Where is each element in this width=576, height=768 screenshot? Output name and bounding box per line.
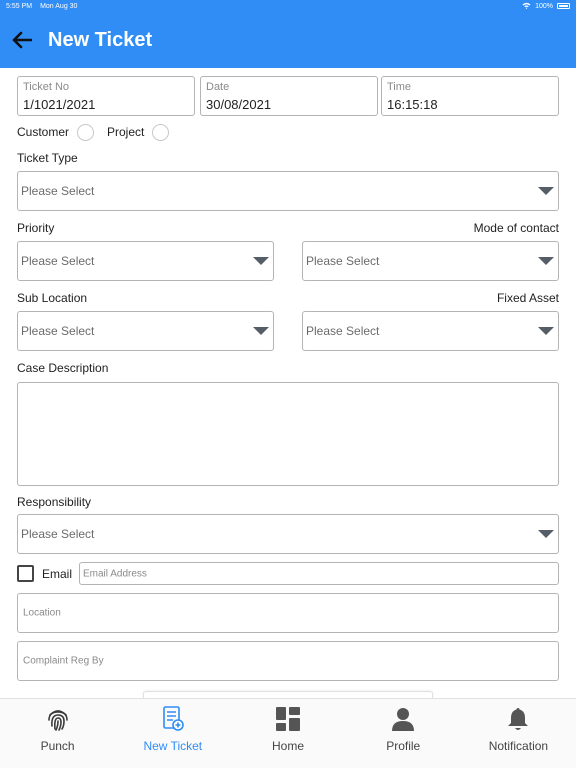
ticket-type-label: Ticket Type (17, 151, 78, 165)
ticket-type-value: Please Select (21, 184, 95, 198)
caret-down-icon (253, 327, 269, 335)
priority-value: Please Select (21, 254, 95, 268)
caret-down-icon (538, 187, 554, 195)
caret-down-icon (538, 327, 554, 335)
tab-profile-label: Profile (386, 739, 421, 753)
time-field[interactable]: Time 16:15:18 (381, 76, 559, 116)
email-address-placeholder: Email Address (83, 568, 147, 579)
profile-icon (389, 705, 417, 733)
tab-notification-label: Notification (488, 739, 549, 753)
priority-select[interactable]: Please Select (17, 241, 274, 281)
project-label: Project (107, 125, 145, 139)
bell-icon (504, 705, 532, 733)
case-description-label: Case Description (17, 361, 109, 375)
responsibility-value: Please Select (21, 527, 95, 541)
mode-of-contact-select[interactable]: Please Select (302, 241, 559, 281)
priority-label: Priority (17, 221, 55, 235)
fingerprint-icon (44, 705, 72, 733)
tab-punch[interactable]: Punch (0, 699, 115, 768)
tab-profile[interactable]: Profile (346, 699, 461, 768)
location-placeholder: Location (23, 607, 61, 619)
status-bar: 5:55 PM Mon Aug 30 100% (0, 0, 576, 12)
tab-home[interactable]: Home (230, 699, 345, 768)
responsibility-label: Responsibility (17, 495, 92, 509)
fixed-asset-value: Please Select (306, 324, 380, 338)
mode-of-contact-label: Mode of contact (473, 221, 559, 235)
customer-radio[interactable] (77, 124, 94, 141)
caret-down-icon (538, 257, 554, 265)
complaint-reg-by-placeholder: Complaint Reg By (23, 655, 104, 667)
sub-location-select[interactable]: Please Select (17, 311, 274, 351)
bottom-tab-bar: Punch New Ticket Home Profile Notificati… (0, 698, 576, 768)
ticket-no-value: 1/1021/2021 (23, 97, 96, 112)
page-title: New Ticket (48, 28, 153, 51)
app-header: New Ticket (0, 12, 576, 68)
ticket-form: Ticket No 1/1021/2021 Date 30/08/2021 Ti… (0, 68, 576, 698)
ticket-no-label: Ticket No (23, 81, 70, 93)
ticket-type-select[interactable]: Please Select (17, 171, 559, 211)
mode-of-contact-value: Please Select (306, 254, 380, 268)
location-input[interactable]: Location (17, 593, 559, 633)
complaint-reg-by-input[interactable]: Complaint Reg By (17, 641, 559, 681)
tab-new-ticket[interactable]: New Ticket (115, 699, 230, 768)
tab-notification[interactable]: Notification (461, 699, 576, 768)
wifi-icon (522, 2, 531, 11)
date-value: 30/08/2021 (206, 97, 272, 112)
status-date: Mon Aug 30 (40, 2, 78, 10)
tab-punch-label: Punch (40, 739, 75, 753)
new-ticket-icon (159, 705, 187, 733)
date-field[interactable]: Date 30/08/2021 (200, 76, 378, 116)
back-arrow-icon[interactable] (10, 28, 34, 52)
email-address-input[interactable]: Email Address (79, 562, 559, 585)
ticket-no-field[interactable]: Ticket No 1/1021/2021 (17, 76, 195, 116)
email-label: Email (42, 567, 73, 581)
sub-location-label: Sub Location (17, 291, 88, 305)
fixed-asset-label: Fixed Asset (496, 291, 559, 305)
caret-down-icon (253, 257, 269, 265)
case-description-textarea[interactable] (17, 382, 559, 486)
sub-location-value: Please Select (21, 324, 95, 338)
status-time: 5:55 PM (6, 2, 33, 10)
customer-label: Customer (17, 125, 70, 139)
tab-home-label: Home (272, 739, 305, 753)
date-label: Date (206, 81, 230, 93)
time-label: Time (387, 81, 412, 93)
caret-down-icon (538, 530, 554, 538)
responsibility-select[interactable]: Please Select (17, 514, 559, 554)
email-checkbox[interactable] (17, 565, 34, 582)
battery-icon (557, 3, 570, 9)
battery-percent: 100% (535, 2, 553, 10)
home-grid-icon (274, 705, 302, 733)
time-value: 16:15:18 (387, 97, 438, 112)
fixed-asset-select[interactable]: Please Select (302, 311, 559, 351)
project-radio[interactable] (152, 124, 169, 141)
tab-new-ticket-label: New Ticket (143, 739, 203, 753)
